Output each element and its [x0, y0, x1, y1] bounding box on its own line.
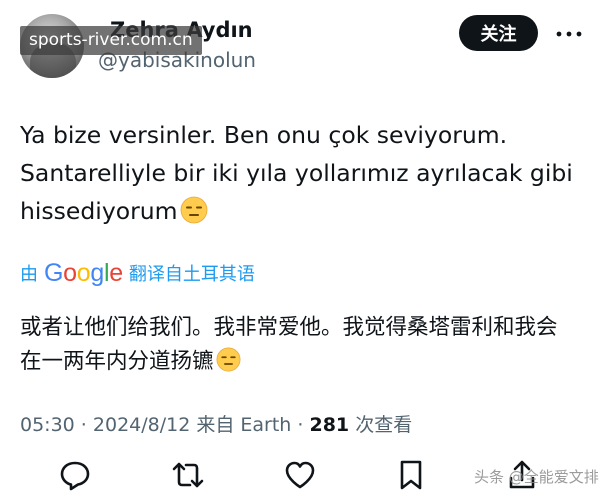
google-letter: G [44, 259, 64, 287]
like-icon[interactable] [283, 458, 317, 492]
google-letter: g [90, 259, 104, 287]
tweet-source: 来自 Earth [196, 414, 292, 436]
translated-text: 或者让他们给我们。我非常爱他。我觉得桑塔雷利和我会 在一两年内分道扬镳 [20, 311, 580, 379]
tweet-line: Ya bize versinler. Ben onu çok seviyorum… [20, 121, 508, 149]
google-letter: o [76, 259, 91, 287]
reply-icon[interactable] [58, 458, 92, 492]
translated-line: 或者让他们给我们。我非常爱他。我觉得桑塔雷利和我会 [20, 315, 558, 340]
translated-line-text: 在一两年内分道扬镳 [20, 349, 214, 374]
translation-attribution: 由 Google 翻译自土耳其语 [20, 258, 255, 288]
tweet-line: Santarelliyle bir iki yıla yollarımız ay… [20, 159, 573, 187]
google-logo: Google [44, 258, 123, 288]
bookmark-icon[interactable] [394, 458, 428, 492]
google-letter: e [109, 259, 123, 287]
google-letter: o [63, 259, 77, 287]
watermark-overlay: sports-river.com.cn [20, 26, 202, 55]
more-horizontal-icon[interactable] [553, 22, 585, 46]
tweet-line-last: hissediyorum [20, 192, 580, 230]
translated-line-last: 在一两年内分道扬镳 [20, 345, 580, 379]
translated-from-link[interactable]: 翻译自土耳其语 [129, 260, 255, 286]
expressionless-face-emoji-icon [180, 196, 207, 224]
views-count[interactable]: 281 [309, 414, 349, 436]
tweet-date[interactable]: 2024/8/12 [93, 414, 190, 436]
follow-button[interactable]: 关注 [459, 15, 538, 51]
meta-separator: · [74, 414, 93, 436]
tweet-detail-view: Zehra Aydın @yabisakinolun sports-river.… [0, 0, 600, 500]
translated-by-label: 由 [20, 264, 38, 285]
tweet-text: Ya bize versinler. Ben onu çok seviyorum… [20, 116, 580, 230]
watermark-bottom: 头条 @全能爱文排 [474, 468, 599, 486]
tweet-time[interactable]: 05:30 [20, 414, 75, 436]
meta-separator: · [291, 414, 310, 436]
retweet-icon[interactable] [171, 458, 205, 492]
tweet-line-text: hissediyorum [20, 197, 178, 225]
tweet-meta: 05:30 · 2024/8/12 来自 Earth · 281 次查看 [20, 410, 412, 437]
expressionless-face-emoji-icon [216, 347, 240, 372]
views-label[interactable]: 次查看 [355, 414, 412, 436]
